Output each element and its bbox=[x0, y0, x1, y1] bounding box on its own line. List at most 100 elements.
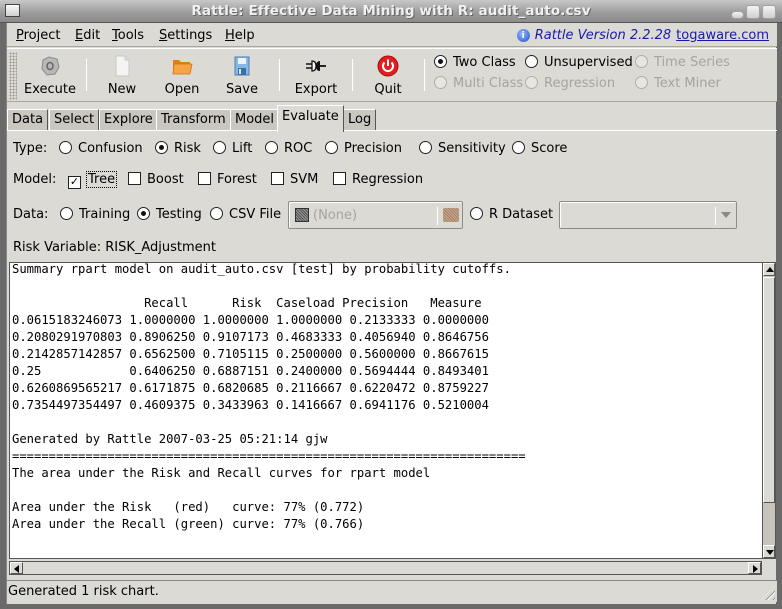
radio-indicator bbox=[213, 141, 226, 154]
mode-text-miner-radio: Text Miner bbox=[635, 76, 721, 91]
model-svm-checkbox[interactable]: SVM bbox=[271, 172, 318, 187]
horizontal-scrollbar[interactable] bbox=[9, 561, 762, 575]
togaware-link[interactable]: togaware.com bbox=[676, 28, 769, 43]
resize-grip[interactable] bbox=[761, 586, 775, 600]
menu-project-label: roject bbox=[23, 28, 61, 43]
output-line: Summary rpart model on audit_auto.csv [t… bbox=[12, 262, 511, 276]
type-lift-radio[interactable]: Lift bbox=[213, 141, 252, 156]
menu-project[interactable]: Project bbox=[16, 28, 61, 43]
minimize-icon[interactable] bbox=[731, 10, 744, 19]
data-csv-file-radio[interactable]: CSV File bbox=[210, 207, 281, 222]
data-training-label: Training bbox=[79, 207, 131, 222]
execute-icon bbox=[41, 56, 60, 76]
output-textview[interactable]: Summary rpart model on audit_auto.csv [t… bbox=[9, 262, 762, 559]
output-line: Generated by Rattle 2007-03-25 05:21:14 … bbox=[12, 432, 328, 446]
maximize-icon[interactable] bbox=[746, 5, 760, 19]
combo-separator bbox=[715, 207, 716, 225]
checkbox-indicator bbox=[128, 172, 141, 185]
open-label: Open bbox=[164, 82, 200, 97]
tab-model[interactable]: Model bbox=[230, 109, 280, 131]
new-button[interactable]: New bbox=[93, 53, 151, 99]
r-dataset-combo[interactable] bbox=[559, 201, 737, 229]
model-boost-checkbox[interactable]: Boost bbox=[128, 172, 184, 187]
quit-button[interactable]: Quit bbox=[359, 53, 417, 99]
radio-indicator bbox=[325, 141, 338, 154]
type-risk-radio[interactable]: Risk bbox=[155, 141, 201, 156]
version-text: Rattle Version 2.2.28 bbox=[534, 28, 672, 43]
folder-icon bbox=[443, 208, 459, 222]
vertical-scrollbar[interactable] bbox=[762, 262, 776, 559]
radio-indicator bbox=[434, 55, 447, 68]
type-score-radio[interactable]: Score bbox=[512, 141, 567, 156]
data-testing-radio[interactable]: Testing bbox=[137, 207, 202, 222]
menu-edit[interactable]: Edit bbox=[75, 28, 100, 43]
type-score-label: Score bbox=[531, 141, 568, 156]
menu-tools[interactable]: Tools bbox=[112, 28, 144, 43]
menu-help-mnemonic: H bbox=[225, 28, 235, 43]
csv-file-chooser[interactable]: (None) bbox=[288, 201, 463, 229]
execute-button[interactable]: Execute bbox=[21, 53, 79, 99]
type-sensitivity-radio[interactable]: Sensitivity bbox=[419, 141, 506, 156]
data-training-radio[interactable]: Training bbox=[60, 207, 130, 222]
version-info: i Rattle Version 2.2.28 togaware.com bbox=[516, 28, 769, 43]
radio-indicator bbox=[265, 141, 278, 154]
chooser-separator bbox=[437, 207, 438, 225]
save-button[interactable]: Save bbox=[213, 53, 271, 99]
model-tree-checkbox[interactable]: ✓ Tree bbox=[68, 171, 118, 189]
tab-log[interactable]: Log bbox=[343, 109, 377, 131]
type-roc-radio[interactable]: ROC bbox=[265, 141, 312, 156]
output-line: 0.2142857142857 0.6562500 0.7105115 0.25… bbox=[12, 347, 489, 361]
model-forest-checkbox[interactable]: Forest bbox=[198, 172, 257, 187]
folder-icon bbox=[172, 60, 193, 75]
type-lift-label: Lift bbox=[232, 141, 253, 156]
risk-variable-label: Risk Variable: RISK_Adjustment bbox=[13, 240, 217, 255]
tab-evaluate[interactable]: Evaluate bbox=[277, 105, 344, 132]
mode-regression-radio: Regression bbox=[525, 76, 615, 91]
title-bar[interactable]: Rattle: Effective Data Mining with R: au… bbox=[0, 0, 782, 23]
data-r-dataset-label: R Dataset bbox=[489, 207, 554, 222]
tab-transform[interactable]: Transform bbox=[156, 109, 231, 131]
model-regression-checkbox[interactable]: Regression bbox=[333, 172, 423, 187]
output-line: 0.2080291970803 0.8906250 0.9107173 0.46… bbox=[12, 330, 489, 344]
output-line: 0.0615183246073 1.0000000 1.0000000 1.00… bbox=[12, 313, 489, 327]
scroll-left-button[interactable] bbox=[10, 562, 23, 574]
data-label: Data: bbox=[13, 207, 49, 222]
scroll-right-button[interactable] bbox=[748, 562, 761, 574]
tab-data[interactable]: Data bbox=[7, 109, 49, 131]
model-boost-label: Boost bbox=[147, 172, 184, 187]
toolbar-separator bbox=[279, 59, 280, 91]
quit-label: Quit bbox=[374, 82, 402, 97]
menu-help[interactable]: Help bbox=[225, 28, 255, 43]
tab-explore[interactable]: Explore bbox=[99, 109, 158, 131]
close-icon[interactable] bbox=[762, 5, 776, 19]
export-button[interactable]: Export bbox=[287, 53, 345, 99]
radio-indicator bbox=[137, 207, 150, 220]
mode-unsupervised-radio[interactable]: Unsupervised bbox=[525, 55, 633, 70]
menu-settings-label: ettings bbox=[167, 28, 213, 43]
radio-indicator bbox=[525, 55, 538, 68]
arrow-down-icon bbox=[766, 550, 774, 555]
tab-select[interactable]: Select bbox=[49, 109, 100, 131]
type-risk-label: Risk bbox=[174, 141, 201, 156]
mode-two-class-radio[interactable]: Two Class bbox=[434, 55, 516, 70]
output-line: 0.25 0.6406250 0.6887151 0.2400000 0.569… bbox=[12, 364, 489, 378]
model-svm-label: SVM bbox=[290, 172, 319, 187]
data-csv-file-label: CSV File bbox=[229, 207, 282, 222]
vertical-scroll-thumb[interactable] bbox=[763, 277, 775, 503]
toolbar-grip[interactable] bbox=[9, 52, 17, 100]
type-precision-radio[interactable]: Precision bbox=[325, 141, 402, 156]
type-precision-label: Precision bbox=[344, 141, 403, 156]
open-button[interactable]: Open bbox=[153, 53, 211, 99]
output-line: ========================================… bbox=[12, 449, 526, 463]
checkbox-indicator bbox=[333, 172, 346, 185]
scroll-down-button[interactable] bbox=[763, 545, 775, 558]
output-line: 0.6260869565217 0.6171875 0.6820685 0.21… bbox=[12, 381, 489, 395]
type-confusion-radio[interactable]: Confusion bbox=[59, 141, 143, 156]
model-forest-label: Forest bbox=[217, 172, 257, 187]
menu-settings[interactable]: Settings bbox=[159, 28, 212, 43]
data-r-dataset-radio[interactable]: R Dataset bbox=[470, 207, 553, 222]
scroll-up-button[interactable] bbox=[763, 263, 775, 276]
power-icon bbox=[377, 55, 399, 77]
csv-file-value: (None) bbox=[313, 208, 358, 223]
